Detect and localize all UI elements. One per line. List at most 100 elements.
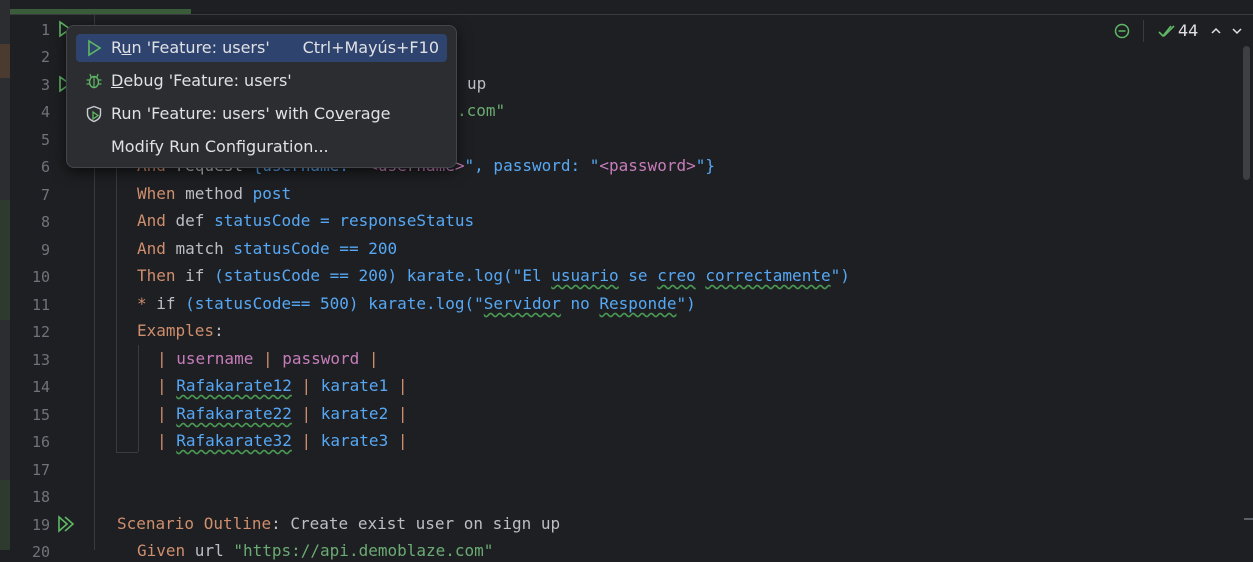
code-text: creo [657,266,696,285]
code-line-8: And def statusCode = responseStatus [137,211,474,231]
code-line-13: | username | password | [157,349,379,369]
inspection-warning-icon[interactable] [1114,23,1130,39]
code-line-9: And match statusCode == 200 [137,239,397,259]
table-cell: Rafakarate22 [176,404,292,423]
code-keyword: Then [137,266,176,285]
code-text: if [146,294,186,313]
table-cell: karate2 [320,404,389,423]
change-marker [0,200,10,320]
table-cell: karate3 [320,431,389,450]
code-line-19: Scenario Outline: Create exist user on s… [117,514,560,534]
code-text: ") [676,294,696,313]
table-header-cell: password [282,349,360,368]
run-all-gutter-icon[interactable] [57,515,77,533]
run-icon [88,39,102,57]
scroll-marker [1244,518,1253,520]
code-text: Servidor [483,294,561,313]
line-number: 11 [31,296,50,314]
code-text: : Create exist user on sign up [271,514,561,533]
code-keyword: Examples [137,321,215,340]
line-number: 9 [40,241,50,259]
code-text: up [467,74,487,93]
code-text: | [253,349,283,368]
chevron-down-icon[interactable] [1230,24,1244,38]
code-keyword: And [137,211,166,230]
table-cell: Rafakarate32 [176,431,292,450]
menu-item-debug-feature[interactable]: Debug 'Feature: users' [76,67,447,95]
code-line-12: Examples: [137,321,224,341]
code-line-3: up [467,74,486,94]
code-text: url [185,541,234,560]
line-number: 3 [40,76,50,94]
code-text: (statusCode== 500) karate.log(" [185,294,484,313]
code-text: match [165,239,234,258]
line-number: 7 [40,186,50,204]
code-text: | [388,404,408,423]
code-text: "https://api.demoblaze.com" [233,541,494,560]
code-line-16: | Rafakarate32 | karate3 | [157,431,407,451]
table-cell: karate1 [320,376,389,395]
menu-item-label: Modify Run Configuration... [111,137,329,156]
double-check-icon[interactable] [1158,23,1176,39]
line-number: 15 [31,406,50,424]
code-line-14: | Rafakarate12 | karate1 | [157,376,407,396]
code-text: | [291,404,321,423]
code-text: | [157,376,177,395]
code-keyword: Given [137,541,186,560]
chevron-up-icon[interactable] [1209,24,1223,38]
code-text: responseStatus [339,211,475,230]
indent-guide [116,130,117,452]
code-line-11: * if (statusCode== 500) karate.log("Serv… [137,294,696,314]
code-text: statusCode == 200 [233,239,398,258]
code-text: | [388,431,408,450]
left-tool-strip [0,0,10,550]
code-text: | [157,431,177,450]
code-text: post [252,184,292,203]
status-divider [1143,20,1144,42]
code-line-4: .com" [457,101,505,121]
code-line-20: Given url "https://api.demoblaze.com" [137,541,493,561]
change-marker [0,44,10,78]
code-keyword: Scenario Outline [117,514,272,533]
code-line-7: When method post [137,184,291,204]
checks-count: 44 [1178,21,1199,40]
code-text: def [165,211,215,230]
code-text: if [175,266,215,285]
code-text: | [291,376,321,395]
code-text: Responde [599,294,677,313]
line-number: 6 [40,158,50,176]
line-number: 1 [40,21,50,39]
menu-item-shortcut: Ctrl+Mayús+F10 [302,38,439,57]
line-number: 19 [31,516,50,534]
code-text: | [388,376,408,395]
code-text: | [359,349,379,368]
line-number: 10 [31,268,50,286]
code-text: correctamente [705,266,831,285]
active-tab-indicator [10,9,191,14]
code-text: ") [830,266,850,285]
line-number: 17 [31,461,50,479]
code-keyword: When [137,184,176,203]
line-number: 14 [31,378,50,396]
code-keyword: * [137,294,147,313]
line-number: 12 [31,323,50,341]
code-text: method [175,184,253,203]
code-text: | [157,349,177,368]
code-keyword: And [137,239,166,258]
menu-item-run-feature[interactable]: Run 'Feature: users' Ctrl+Mayús+F10 [76,34,447,62]
vertical-scrollbar-thumb[interactable] [1243,46,1250,180]
menu-item-modify-run-configuration[interactable]: Modify Run Configuration... [76,133,447,161]
coverage-icon [86,105,102,123]
line-number: 5 [40,131,50,149]
line-number: 16 [31,433,50,451]
code-text: usuario [551,266,619,285]
code-text: se [618,266,658,285]
code-text: "} [695,156,715,175]
menu-item-run-with-coverage[interactable]: Run 'Feature: users' with Coverage [76,100,447,128]
change-marker [0,480,10,550]
code-text: no [560,294,600,313]
table-header-cell: username [176,349,254,368]
line-number: 18 [31,488,50,506]
code-text: | [157,404,177,423]
